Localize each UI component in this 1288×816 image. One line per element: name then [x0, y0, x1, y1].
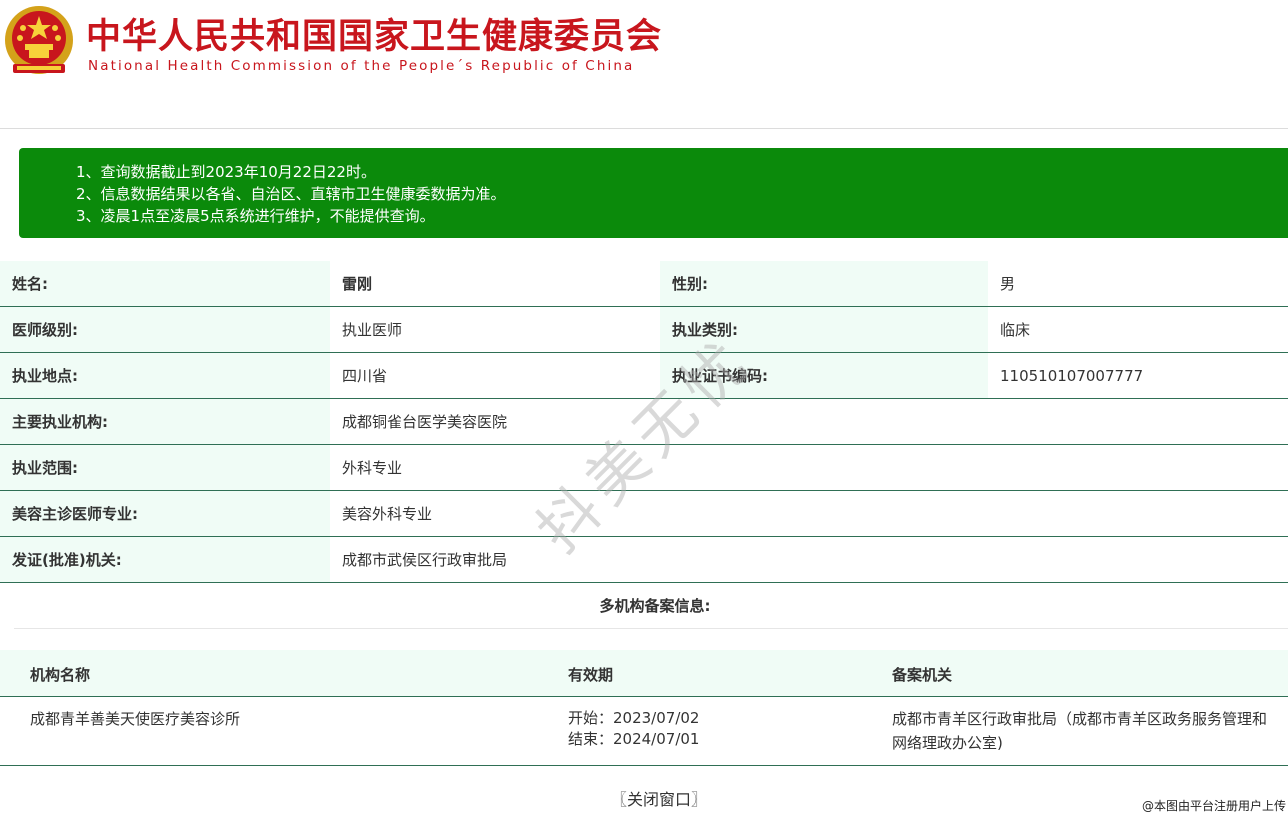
name-value: 雷刚 [330, 261, 660, 307]
site-title-en: National Health Commission of the People… [88, 58, 635, 74]
specialty-label: 美容主诊医师专业: [0, 490, 330, 537]
multi-divider [14, 628, 1288, 629]
cert-value: 110510107007777 [988, 352, 1288, 399]
validity-end: 结束：2024/07/01 [568, 730, 700, 748]
col-header-institution: 机构名称 [30, 666, 91, 684]
multi-institution-title: 多机构备案信息: [599, 597, 711, 615]
table-row: 执业地点: 四川省 执业证书编码: 110510107007777 [0, 352, 1288, 399]
header-divider [0, 128, 1288, 129]
authority-line2: 网络理政办公室) [892, 734, 1003, 752]
issuer-label: 发证(批准)机关: [0, 536, 330, 583]
national-emblem-icon [5, 6, 73, 74]
site-title-cn: 中华人民共和国国家卫生健康委员会 [86, 16, 663, 57]
category-value: 临床 [988, 306, 1288, 353]
place-label: 执业地点: [0, 352, 330, 399]
doctor-info-table: 姓名: 雷刚 性别: 男 医师级别: 执业医师 执业类别: 临床 执业地点: 四… [0, 261, 1288, 583]
notice-line: 3、凌晨1点至凌晨5点系统进行维护，不能提供查询。 [76, 207, 435, 225]
table-row: 成都青羊善美天使医疗美容诊所 开始：2023/07/02 结束：2024/07/… [0, 697, 1288, 766]
cert-label: 执业证书编码: [660, 352, 988, 399]
institution-value: 成都铜雀台医学美容医院 [330, 398, 1288, 445]
issuer-value: 成都市武侯区行政审批局 [330, 536, 1288, 583]
gender-label: 性别: [660, 261, 988, 307]
authority-line1: 成都市青羊区行政审批局（成都市青羊区政务服务管理和 [892, 710, 1268, 728]
institution-label: 主要执业机构: [0, 398, 330, 445]
col-header-authority: 备案机关 [892, 666, 953, 684]
scope-value: 外科专业 [330, 444, 1288, 491]
table-row: 主要执业机构: 成都铜雀台医学美容医院 [0, 398, 1288, 445]
upload-watermark: @本图由平台注册用户上传 [1141, 799, 1286, 813]
notice-line: 1、查询数据截止到2023年10月22日22时。 [76, 163, 376, 181]
table-row: 执业范围: 外科专业 [0, 444, 1288, 491]
category-label: 执业类别: [660, 306, 988, 353]
notice-box: 1、查询数据截止到2023年10月22日22时。 2、信息数据结果以各省、自治区… [19, 148, 1288, 238]
table-row: 发证(批准)机关: 成都市武侯区行政审批局 [0, 536, 1288, 583]
name-label: 姓名: [0, 261, 330, 307]
gender-value: 男 [988, 261, 1288, 307]
institution-name: 成都青羊善美天使医疗美容诊所 [30, 710, 241, 728]
table-row: 医师级别: 执业医师 执业类别: 临床 [0, 306, 1288, 353]
col-header-validity: 有效期 [568, 666, 614, 684]
site-header: 中华人民共和国国家卫生健康委员会 National Health Commiss… [0, 0, 770, 80]
table-row: 美容主诊医师专业: 美容外科专业 [0, 490, 1288, 537]
multi-table-header: 机构名称 有效期 备案机关 [0, 650, 1288, 697]
scope-label: 执业范围: [0, 444, 330, 491]
place-value: 四川省 [330, 352, 660, 399]
close-window-link[interactable]: 〖关闭窗口〗 [0, 786, 1288, 810]
notice-line: 2、信息数据结果以各省、自治区、直辖市卫生健康委数据为准。 [76, 185, 506, 203]
level-label: 医师级别: [0, 306, 330, 353]
level-value: 执业医师 [330, 306, 660, 353]
specialty-value: 美容外科专业 [330, 490, 1288, 537]
table-row: 姓名: 雷刚 性别: 男 [0, 261, 1288, 307]
